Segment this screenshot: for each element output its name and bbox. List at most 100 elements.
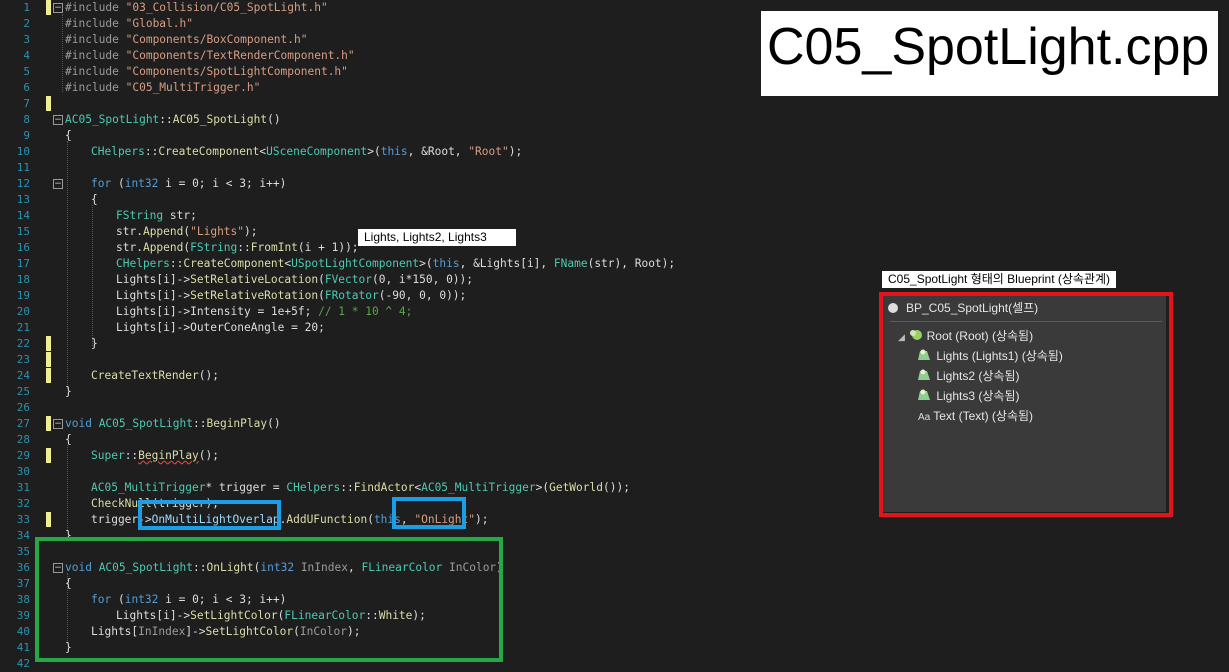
code-token: () — [267, 417, 281, 430]
code-comment: // 1 * 10 ^ 4; — [318, 305, 413, 318]
code-token: >( — [535, 481, 550, 494]
code-token: :: — [169, 257, 184, 270]
code-token: for — [91, 177, 112, 190]
code-token: (-90, 0, 0)); — [378, 289, 467, 302]
code-token: Lights[i]->Intensity = 1e+5f; — [116, 305, 319, 318]
collapse-icon[interactable]: − — [53, 179, 63, 189]
code-token: #include — [65, 81, 126, 94]
line-number: 39 — [16, 609, 30, 622]
code-token: FString — [190, 241, 238, 254]
collapse-icon[interactable]: − — [53, 419, 63, 429]
code-token: AC05_MultiTrigger — [91, 481, 206, 494]
change-marker — [46, 96, 51, 111]
code-token: FindActor — [353, 481, 415, 494]
code-token: { — [65, 129, 72, 142]
code-token: CreateComponent — [158, 145, 260, 158]
code-token: ); — [508, 145, 523, 158]
line-number: 20 — [16, 305, 30, 318]
code-token: this — [380, 145, 408, 158]
code-token: :: — [159, 113, 173, 126]
code-token: FRotator — [324, 289, 379, 302]
code-token: AC05_SpotLight — [91, 417, 193, 430]
line-number: 29 — [16, 449, 30, 462]
line-number: 42 — [16, 657, 30, 670]
line-number: 30 — [16, 465, 30, 478]
line-number: 1 — [23, 1, 30, 14]
code-token: FVector — [324, 273, 372, 286]
code-token: SetRelativeLocation — [190, 273, 319, 286]
code-token: CreateComponent — [183, 257, 285, 270]
code-token: } — [91, 337, 98, 350]
code-token: AC05_SpotLight — [172, 113, 268, 126]
collapse-icon[interactable]: − — [53, 115, 63, 125]
code-line[interactable]: 7 — [0, 96, 1229, 112]
code-token: CreateTextRender — [91, 369, 199, 382]
collapse-icon[interactable]: − — [53, 3, 63, 13]
change-marker — [46, 352, 51, 367]
code-token: Lights[i]-> — [116, 289, 191, 302]
blueprint-annotation: C05_SpotLight 형태의 Blueprint (상속관계) — [882, 271, 1117, 288]
change-marker — [46, 512, 51, 527]
line-number: 14 — [16, 209, 30, 222]
line-number: 22 — [16, 337, 30, 350]
lights-annotation: Lights, Lights2, Lights3 — [358, 229, 516, 246]
line-number: 10 — [16, 145, 30, 158]
change-marker — [46, 368, 51, 383]
code-token: } — [65, 385, 72, 398]
code-token: (str), Root); — [587, 257, 676, 270]
line-number: 6 — [23, 81, 30, 94]
code-token: SetRelativeRotation — [190, 289, 319, 302]
code-token: #include — [65, 1, 126, 14]
line-number: 33 — [16, 513, 30, 526]
line-number: 34 — [16, 529, 30, 542]
code-token: GetWorld — [549, 481, 603, 494]
line-number: 40 — [16, 625, 30, 638]
blueprint-highlight-box — [879, 292, 1173, 517]
code-token: "C05_MultiTrigger.h" — [125, 81, 261, 94]
line-number: 19 — [16, 289, 30, 302]
line-number: 31 — [16, 481, 30, 494]
code-line[interactable]: 17 CHelpers::CreateComponent<USpotLightC… — [0, 256, 1229, 272]
change-marker — [46, 336, 51, 351]
code-token: Super — [91, 449, 125, 462]
code-token: { — [65, 433, 72, 446]
line-number: 8 — [23, 113, 30, 126]
code-line[interactable]: 10 CHelpers::CreateComponent<USceneCompo… — [0, 144, 1229, 160]
line-number: 17 — [16, 257, 30, 270]
line-number: 41 — [16, 641, 30, 654]
code-line[interactable]: 16 str.Append(FString::FromInt(i + 1)); — [0, 240, 1229, 256]
code-token: ( — [318, 273, 325, 286]
code-token: str; — [163, 209, 197, 222]
code-token: (); — [198, 369, 219, 382]
line-number: 7 — [23, 97, 30, 110]
line-number: 4 — [23, 49, 30, 62]
code-line[interactable]: 15 str.Append("Lights"); — [0, 224, 1229, 240]
line-number: 38 — [16, 593, 30, 606]
code-line[interactable]: 12 − for (int32 i = 0; i < 3; i++) — [0, 176, 1229, 192]
line-number: 9 — [23, 129, 30, 142]
code-token: "Components/TextRenderComponent.h" — [125, 49, 355, 62]
code-token: (); — [198, 449, 220, 462]
line-number: 21 — [16, 321, 30, 334]
code-token: "Lights" — [190, 225, 245, 238]
line-number: 36 — [16, 561, 30, 574]
line-number: 32 — [16, 497, 30, 510]
line-number: 15 — [16, 225, 30, 238]
code-token: ( — [111, 177, 125, 190]
line-number: 3 — [23, 33, 30, 46]
code-token: "Root" — [468, 145, 509, 158]
code-line[interactable]: 14 FString str; — [0, 208, 1229, 224]
code-token: void — [65, 417, 92, 430]
line-number: 25 — [16, 385, 30, 398]
code-line[interactable]: 8 − AC05_SpotLight::AC05_SpotLight() — [0, 112, 1229, 128]
line-number: 23 — [16, 353, 30, 366]
code-token: Append — [142, 241, 184, 254]
delegate-highlight-box — [138, 500, 281, 530]
code-token: AddUFunction — [286, 513, 368, 526]
line-number: 37 — [16, 577, 30, 590]
file-title: C05_SpotLight.cpp — [767, 18, 1210, 76]
line-number: 26 — [16, 401, 30, 414]
code-line[interactable]: 9 { — [0, 128, 1229, 144]
code-line[interactable]: 13 { — [0, 192, 1229, 208]
code-line[interactable]: 11 — [0, 160, 1229, 176]
